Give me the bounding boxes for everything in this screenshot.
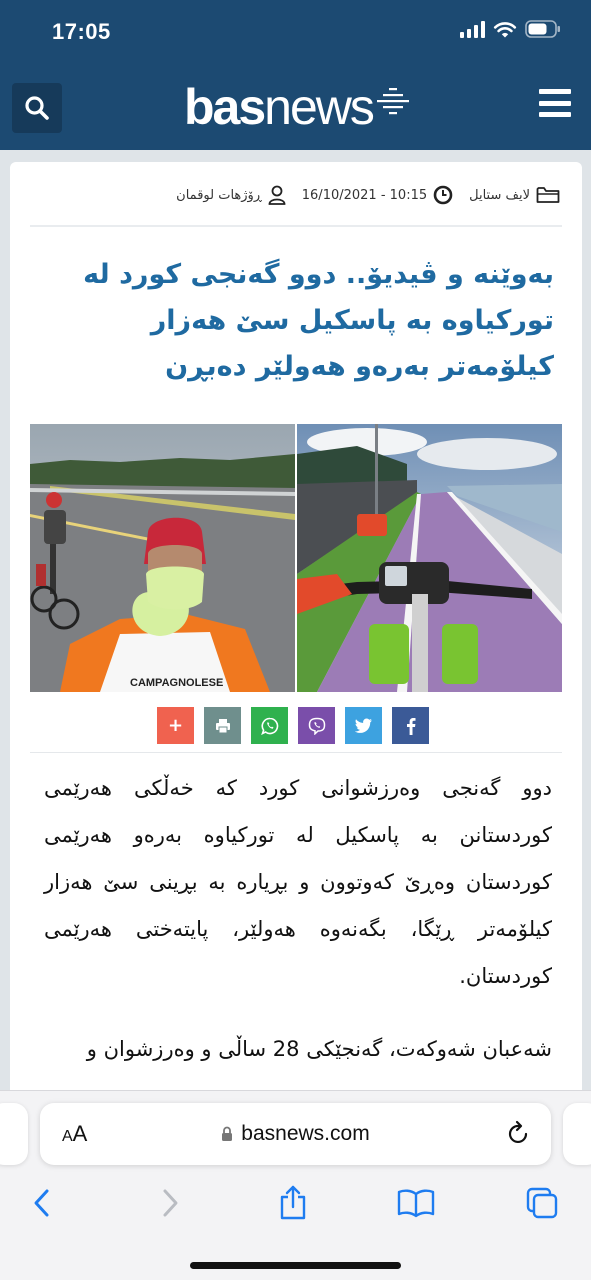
article-body: دوو گەنجی وەرزشوانی کورد کە خەڵکی هەرێمی… xyxy=(44,765,552,1099)
meta-divider xyxy=(30,225,562,227)
share-viber-button[interactable] xyxy=(298,707,335,744)
browser-bottom-bar: AA basnews.com xyxy=(0,1090,591,1280)
forward-button[interactable] xyxy=(150,1183,190,1223)
menu-bar xyxy=(539,89,571,94)
article-author[interactable]: ڕۆژهات لوقمان xyxy=(176,185,286,205)
logo-light-text: news xyxy=(264,79,375,135)
facebook-icon xyxy=(406,717,415,735)
previous-tab-preview[interactable] xyxy=(0,1103,28,1165)
menu-button[interactable] xyxy=(539,89,571,117)
status-time: 17:05 xyxy=(52,19,111,44)
site-header: basnews xyxy=(0,70,591,150)
tabs-button[interactable] xyxy=(522,1183,562,1223)
article-photo[interactable]: CAMPAGNOLESE xyxy=(30,424,562,692)
twitter-icon xyxy=(354,718,372,733)
category-label: لایف ستایل xyxy=(469,187,530,203)
search-icon xyxy=(25,96,49,120)
chevron-right-icon xyxy=(163,1189,178,1217)
bookmarks-button[interactable] xyxy=(396,1183,436,1223)
share-whatsapp-button[interactable] xyxy=(251,707,288,744)
author-label: ڕۆژهات لوقمان xyxy=(176,187,262,203)
share-facebook-button[interactable] xyxy=(392,707,429,744)
folder-icon xyxy=(536,187,560,203)
photo-left-selfie: CAMPAGNOLESE xyxy=(30,424,295,692)
book-icon xyxy=(397,1189,435,1218)
article-paragraph: شەعبان شەوکەت، گەنجێکی 28 ساڵی و وەرزشوا… xyxy=(86,1037,552,1061)
status-icons xyxy=(460,20,561,38)
home-indicator[interactable] xyxy=(190,1262,401,1269)
article-datetime: 16/10/2021 - 10:15 xyxy=(302,185,453,205)
battery-icon xyxy=(525,20,560,38)
reload-button[interactable] xyxy=(507,1120,531,1150)
wifi-icon xyxy=(493,22,517,38)
browser-toolbar xyxy=(0,1183,591,1223)
site-logo[interactable]: basnews xyxy=(184,78,409,136)
search-button[interactable] xyxy=(12,83,62,133)
status-bar: 17:05 xyxy=(0,0,591,70)
logo-bold-text: bas xyxy=(184,79,266,135)
url-text: basnews.com xyxy=(241,1122,370,1145)
share-twitter-button[interactable] xyxy=(345,707,382,744)
share-sheet-button[interactable] xyxy=(273,1183,313,1223)
url-display[interactable]: basnews.com xyxy=(40,1122,551,1146)
clock-icon xyxy=(433,185,453,205)
article-meta: لایف ستایل 16/10/2021 - 10:15 ڕۆژهات لوق… xyxy=(10,180,582,210)
share-more-button[interactable]: + xyxy=(157,707,194,744)
photo-jersey-text: CAMPAGNOLESE xyxy=(130,677,223,689)
menu-bar xyxy=(539,100,571,106)
tabs-icon xyxy=(526,1187,558,1219)
article-paragraph: دوو گەنجی وەرزشوانی کورد کە خەڵکی هەرێمی… xyxy=(44,776,552,988)
next-tab-preview[interactable] xyxy=(563,1103,591,1165)
menu-bar xyxy=(539,112,571,117)
cellular-signal-icon xyxy=(460,20,485,38)
share-buttons: + xyxy=(157,707,429,744)
back-button[interactable] xyxy=(22,1183,62,1223)
user-icon xyxy=(268,185,286,205)
share-print-button[interactable] xyxy=(204,707,241,744)
plus-icon: + xyxy=(167,715,184,736)
photo-right-bikelane xyxy=(297,424,562,692)
article-card: لایف ستایل 16/10/2021 - 10:15 ڕۆژهات لوق… xyxy=(10,162,582,1102)
viber-icon xyxy=(308,717,325,735)
whatsapp-icon xyxy=(260,717,278,735)
article-headline: بەوێنە و ڤیدیۆ.. دوو گەنجی کورد لە تورکی… xyxy=(83,259,554,382)
lock-icon xyxy=(222,1126,233,1141)
share-divider xyxy=(30,752,562,753)
datetime-label: 16/10/2021 - 10:15 xyxy=(301,187,428,203)
address-bar[interactable]: AA basnews.com xyxy=(40,1103,551,1165)
print-icon xyxy=(215,718,230,733)
logo-mark-icon xyxy=(376,88,409,115)
share-icon xyxy=(280,1185,306,1220)
reload-icon xyxy=(508,1120,528,1143)
article-category[interactable]: لایف ستایل xyxy=(469,186,560,204)
chevron-left-icon xyxy=(34,1189,49,1217)
